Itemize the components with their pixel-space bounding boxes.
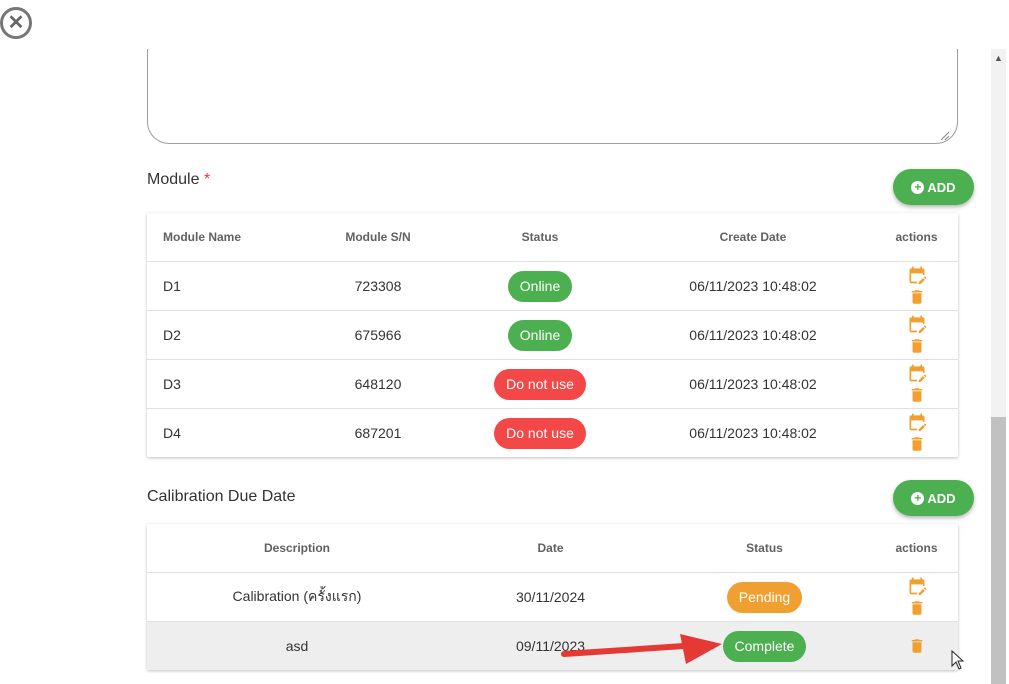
actions-cell [875, 412, 958, 454]
calibration-description: Calibration (ครั้งแรก) [232, 588, 362, 604]
edit-calendar-icon[interactable] [907, 412, 927, 432]
actions-cell [875, 363, 958, 405]
status-cell: Online [449, 270, 631, 302]
column-header: actions [895, 230, 938, 244]
create-date: 06/11/2023 10:48:02 [689, 425, 817, 441]
close-glyph: ✕ [7, 12, 25, 34]
delete-icon[interactable] [908, 434, 926, 454]
actions-cell [875, 314, 958, 356]
table-row: D3 648120 Do not use 06/11/2023 10:48:02 [147, 360, 958, 409]
table-row: D1 723308 Online 06/11/2023 10:48:02 [147, 262, 958, 311]
resize-grip-icon[interactable] [939, 130, 949, 140]
column-header[interactable]: Date [447, 541, 654, 555]
create-date: 06/11/2023 10:48:02 [689, 376, 817, 392]
module-sn: 687201 [354, 425, 402, 441]
add-calibration-label: ADD [927, 490, 956, 506]
module-name: D1 [163, 278, 181, 294]
module-name: D2 [163, 327, 181, 343]
module-sn: 723308 [354, 278, 402, 294]
edit-calendar-icon[interactable] [907, 265, 927, 285]
table-row: D2 675966 Online 06/11/2023 10:48:02 [147, 311, 958, 360]
plus-circle-icon: + [911, 491, 925, 505]
notes-textarea[interactable] [147, 49, 958, 144]
delete-icon[interactable] [908, 287, 926, 307]
actions-cell [875, 636, 958, 656]
table-row: asd 09/11/2023 Complete [147, 622, 958, 670]
module-table-header: Module Name Module S/N Status Create Dat… [147, 213, 958, 262]
calibration-section-title: Calibration Due Date [147, 488, 296, 505]
column-header[interactable]: Status [654, 541, 875, 555]
create-date: 06/11/2023 10:48:02 [689, 278, 817, 294]
status-badge: Pending [726, 581, 803, 613]
create-date: 06/11/2023 10:48:02 [689, 327, 817, 343]
module-table: Module Name Module S/N Status Create Dat… [147, 213, 958, 457]
calibration-table: Description Date Status actions Calibrat… [147, 524, 958, 670]
calibration-table-header: Description Date Status actions [147, 524, 958, 573]
module-sn: 648120 [354, 376, 402, 392]
table-row: D4 687201 Do not use 06/11/2023 10:48:02 [147, 409, 958, 457]
actions-cell [875, 576, 958, 618]
status-cell: Online [449, 319, 631, 351]
add-module-label: ADD [927, 179, 956, 195]
mouse-cursor-icon [951, 650, 965, 670]
status-badge: Do not use [494, 368, 586, 400]
delete-icon[interactable] [908, 598, 926, 618]
calibration-description: asd [285, 638, 309, 654]
close-icon[interactable]: ✕ [0, 7, 32, 39]
module-title-text: Module [147, 171, 200, 188]
module-sn: 675966 [354, 327, 402, 343]
column-header: actions [895, 541, 938, 555]
edit-calendar-icon[interactable] [907, 363, 927, 383]
required-asterisk: * [203, 171, 211, 188]
status-badge: Online [507, 270, 573, 302]
delete-icon[interactable] [908, 336, 926, 356]
status-cell: Pending [654, 581, 875, 613]
status-cell: Do not use [449, 368, 631, 400]
status-badge: Complete [722, 630, 807, 662]
column-header[interactable]: Status [449, 230, 631, 244]
column-header[interactable]: Create Date [631, 230, 875, 244]
column-header[interactable]: Module S/N [307, 230, 449, 244]
edit-calendar-icon[interactable] [907, 314, 927, 334]
module-section-title: Module * [147, 171, 210, 189]
delete-icon[interactable] [908, 636, 926, 656]
status-badge: Do not use [494, 417, 586, 449]
module-name: D4 [163, 425, 181, 441]
add-module-button[interactable]: + ADD [893, 169, 974, 205]
module-name: D3 [163, 376, 181, 392]
scroll-up-icon[interactable]: ▲ [991, 53, 1006, 63]
status-badge: Online [507, 319, 573, 351]
column-header[interactable]: Description [147, 541, 447, 555]
annotation-arrow-icon [561, 634, 722, 664]
calibration-date: 30/11/2024 [515, 589, 586, 605]
scrollbar[interactable]: ▲ [991, 49, 1006, 684]
column-header[interactable]: Module Name [147, 230, 307, 244]
delete-icon[interactable] [908, 385, 926, 405]
edit-calendar-icon[interactable] [907, 576, 927, 596]
actions-cell [875, 265, 958, 307]
plus-circle-icon: + [911, 180, 925, 194]
scrollbar-thumb[interactable] [991, 417, 1006, 684]
table-row: Calibration (ครั้งแรก) 30/11/2024 Pendin… [147, 573, 958, 622]
status-cell: Do not use [449, 417, 631, 449]
add-calibration-button[interactable]: + ADD [893, 480, 974, 516]
